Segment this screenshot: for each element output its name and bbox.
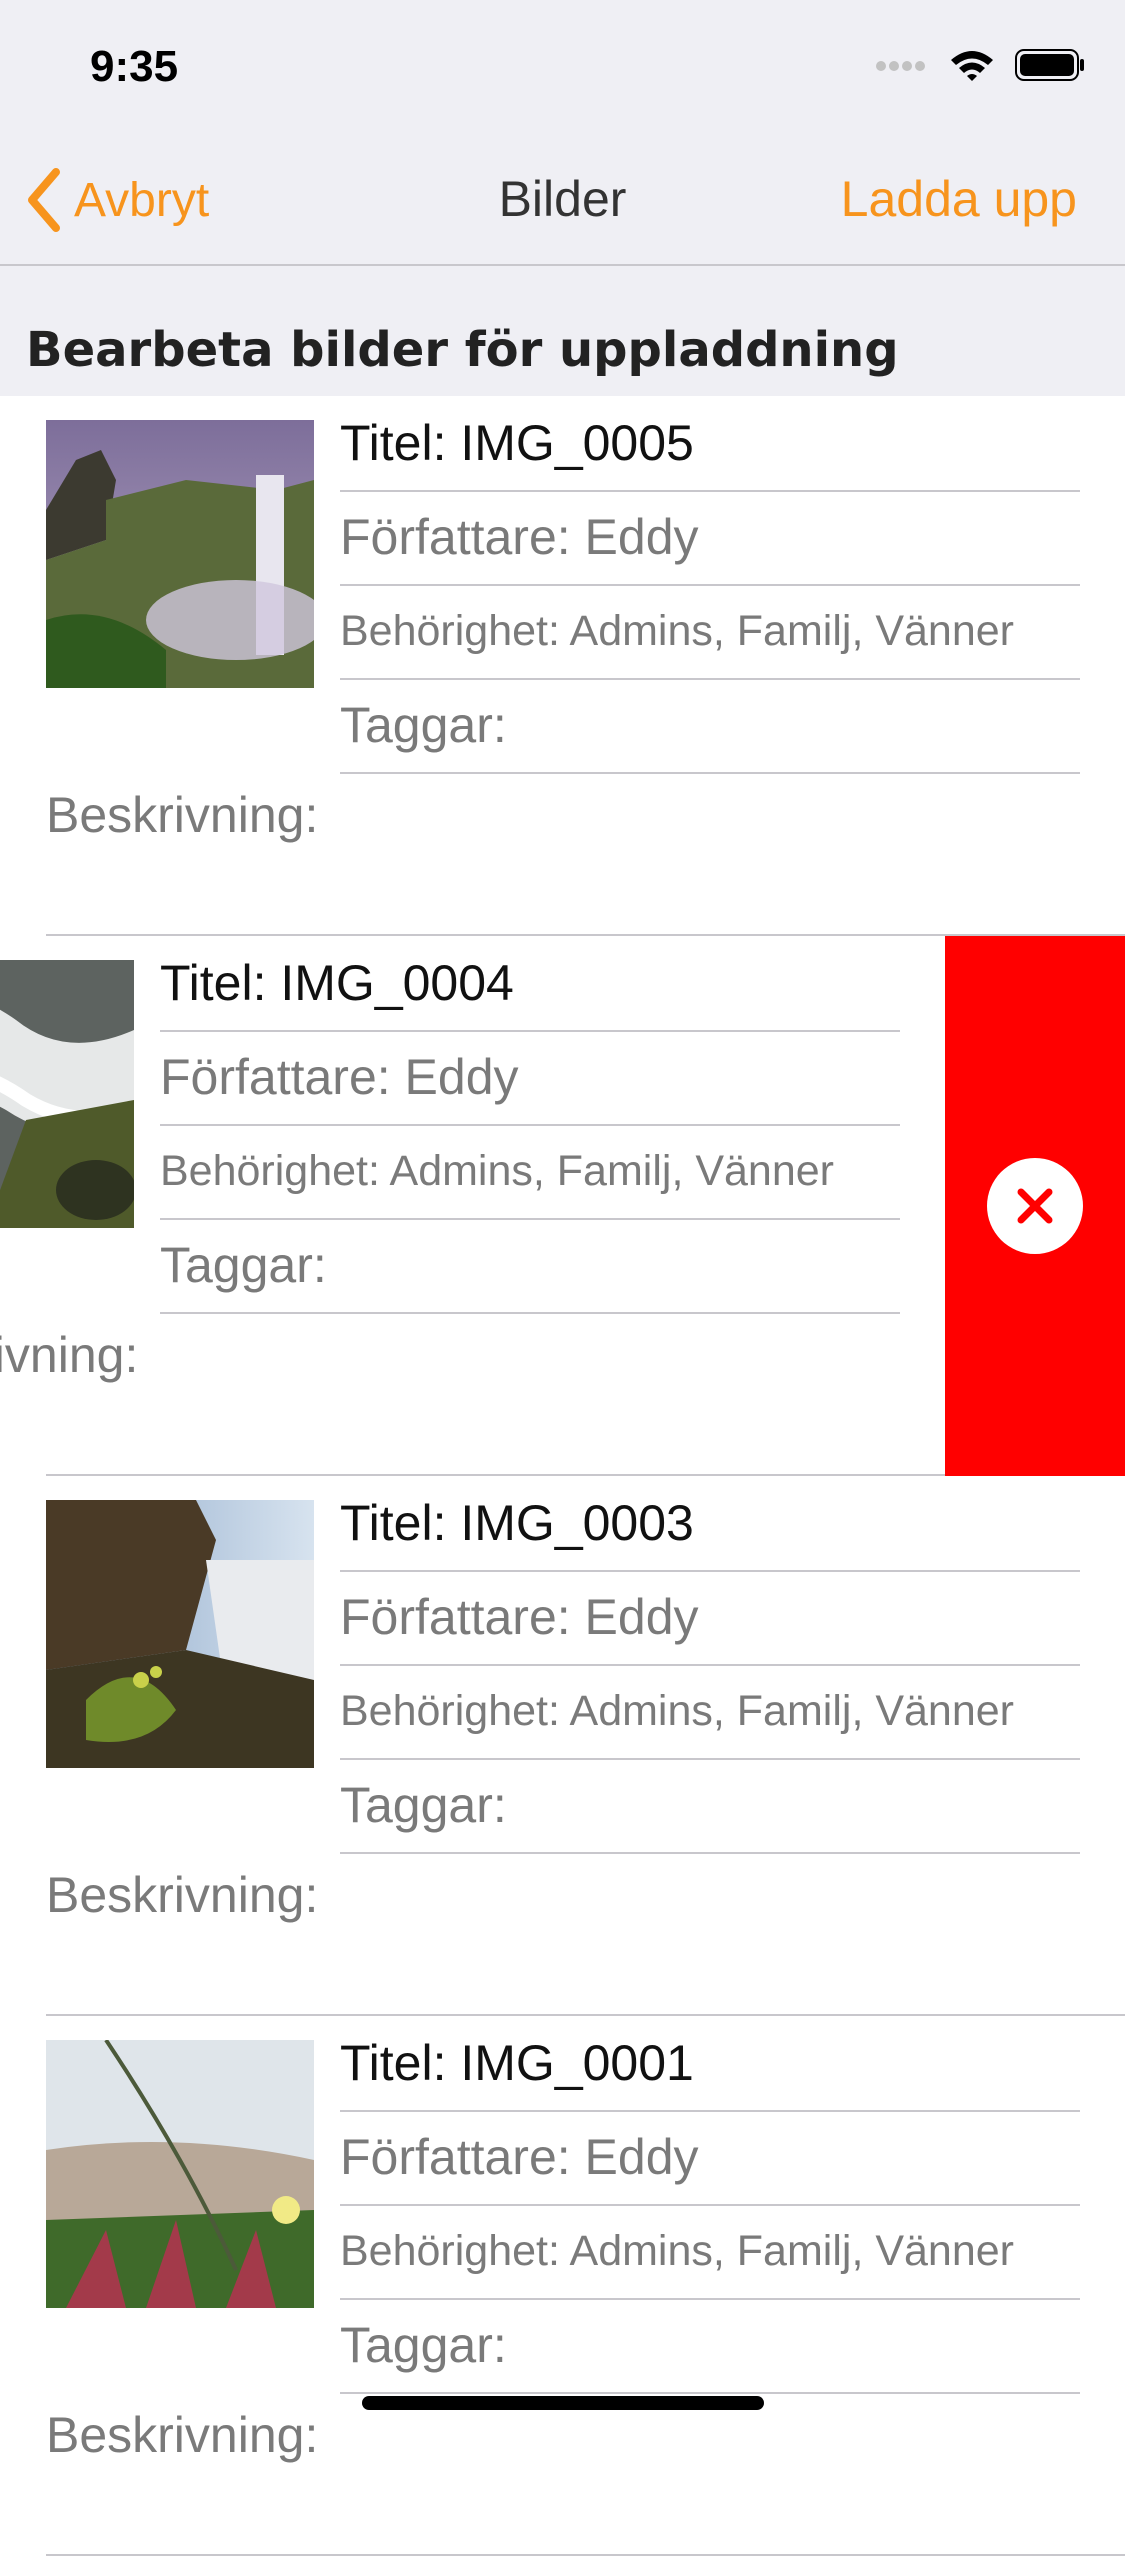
image-thumbnail — [0, 960, 134, 1228]
image-row[interactable]: Titel: IMG_0003 Författare: Eddy Behörig… — [0, 1476, 1125, 2016]
title-field[interactable]: Titel: IMG_0001 — [340, 2016, 1080, 2112]
permission-field[interactable]: Behörighet: Admins, Familj, Vänner — [340, 2204, 1080, 2300]
tags-field[interactable]: Taggar: — [340, 1758, 1080, 1854]
upload-button[interactable]: Ladda upp — [841, 170, 1077, 228]
delete-icon — [987, 1158, 1083, 1254]
image-row[interactable]: Titel: IMG_0004 Författare: Eddy Behörig… — [0, 936, 945, 1476]
title-field[interactable]: Titel: IMG_0004 — [160, 936, 900, 1032]
signal-icon — [876, 61, 925, 71]
list-item: Titel: IMG_0003 Författare: Eddy Behörig… — [0, 1476, 1125, 2016]
image-row[interactable]: Titel: IMG_0005 Författare: Eddy Behörig… — [0, 396, 1125, 936]
permission-field[interactable]: Behörighet: Admins, Familj, Vänner — [340, 1664, 1080, 1760]
description-field[interactable]: Beskrivning: — [46, 786, 318, 844]
permission-field[interactable]: Behörighet: Admins, Familj, Vänner — [160, 1124, 900, 1220]
description-field[interactable]: Beskrivning: — [46, 1866, 318, 1924]
navigation-bar: Avbryt Bilder Ladda upp — [0, 132, 1125, 266]
tags-field[interactable]: Taggar: — [160, 1218, 900, 1314]
section-title: Bearbeta bilder för uppladdning — [26, 322, 899, 378]
list-item: Titel: IMG_0005 Författare: Eddy Behörig… — [0, 396, 1125, 936]
section-header: Bearbeta bilder för uppladdning — [0, 266, 1125, 398]
author-field[interactable]: Författare: Eddy — [160, 1030, 900, 1126]
status-icons — [875, 48, 1085, 82]
home-indicator — [362, 2396, 764, 2410]
wifi-icon — [951, 51, 993, 81]
image-thumbnail — [46, 2040, 314, 2308]
image-list: Titel: IMG_0005 Författare: Eddy Behörig… — [0, 396, 1125, 2556]
permission-field[interactable]: Behörighet: Admins, Familj, Vänner — [340, 584, 1080, 680]
image-row[interactable]: Titel: IMG_0001 Författare: Eddy Behörig… — [0, 2016, 1125, 2556]
tags-field[interactable]: Taggar: — [340, 678, 1080, 774]
author-field[interactable]: Författare: Eddy — [340, 2110, 1080, 2206]
tags-field[interactable]: Taggar: — [340, 2298, 1080, 2394]
description-field[interactable]: Beskrivning: — [0, 1326, 138, 1384]
status-bar: 9:35 — [0, 0, 1125, 132]
author-field[interactable]: Författare: Eddy — [340, 1570, 1080, 1666]
list-item: Titel: IMG_0001 Författare: Eddy Behörig… — [0, 2016, 1125, 2556]
delete-action[interactable] — [945, 936, 1125, 1476]
title-field[interactable]: Titel: IMG_0003 — [340, 1476, 1080, 1572]
status-time: 9:35 — [90, 42, 179, 91]
image-thumbnail — [46, 1500, 314, 1768]
author-field[interactable]: Författare: Eddy — [340, 490, 1080, 586]
image-thumbnail — [46, 420, 314, 688]
battery-icon — [1015, 49, 1084, 81]
description-field[interactable]: Beskrivning: — [46, 2406, 318, 2464]
list-item: Titel: IMG_0004 Författare: Eddy Behörig… — [0, 936, 1125, 1476]
title-field[interactable]: Titel: IMG_0005 — [340, 396, 1080, 492]
